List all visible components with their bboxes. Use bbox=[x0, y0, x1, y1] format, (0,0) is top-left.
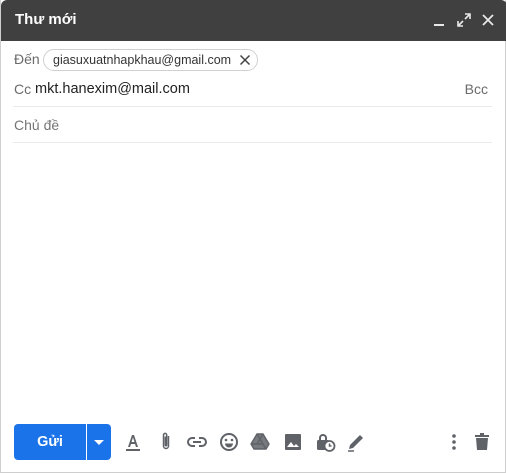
cc-recipient[interactable]: mkt.hanexim@mail.com bbox=[35, 81, 190, 97]
insert-link-icon[interactable] bbox=[185, 430, 209, 454]
compose-titlebar[interactable]: Thư mới bbox=[1, 0, 506, 41]
cc-row[interactable]: Cc mkt.hanexim@mail.com Bcc bbox=[13, 75, 492, 107]
insert-signature-icon[interactable] bbox=[344, 430, 368, 454]
send-button[interactable]: Gửi bbox=[14, 424, 86, 460]
message-body[interactable] bbox=[13, 145, 492, 405]
formatting-options-icon[interactable] bbox=[121, 430, 145, 454]
insert-photo-icon[interactable] bbox=[281, 430, 305, 454]
close-icon[interactable] bbox=[478, 10, 498, 30]
minimize-icon[interactable] bbox=[429, 10, 449, 30]
discard-draft-icon[interactable] bbox=[470, 430, 494, 454]
confidential-mode-icon[interactable] bbox=[313, 430, 337, 454]
more-options-icon[interactable] bbox=[442, 430, 466, 454]
subject-row[interactable]: Chủ đề bbox=[13, 107, 492, 143]
recipient-chip[interactable]: giasuxuatnhapkhau@gmail.com bbox=[43, 49, 259, 71]
send-options-dropdown[interactable] bbox=[87, 424, 111, 460]
compose-window: Thư mới Đến giasuxuatnhapkhau@gmail.com … bbox=[0, 0, 506, 473]
to-row[interactable]: Đến giasuxuatnhapkhau@gmail.com bbox=[13, 41, 492, 77]
recipient-email: giasuxuatnhapkhau@gmail.com bbox=[53, 53, 232, 67]
attach-file-icon[interactable] bbox=[154, 430, 178, 454]
compose-title: Thư mới bbox=[15, 11, 77, 28]
subject-input[interactable]: Chủ đề bbox=[14, 117, 59, 133]
remove-recipient-icon[interactable] bbox=[238, 53, 252, 67]
bcc-link[interactable]: Bcc bbox=[465, 81, 488, 97]
insert-emoji-icon[interactable] bbox=[217, 430, 241, 454]
expand-icon[interactable] bbox=[454, 10, 474, 30]
to-label: Đến bbox=[14, 51, 40, 67]
cc-label: Cc bbox=[14, 81, 32, 97]
chevron-down-icon bbox=[94, 440, 104, 445]
google-drive-icon[interactable] bbox=[248, 430, 272, 454]
